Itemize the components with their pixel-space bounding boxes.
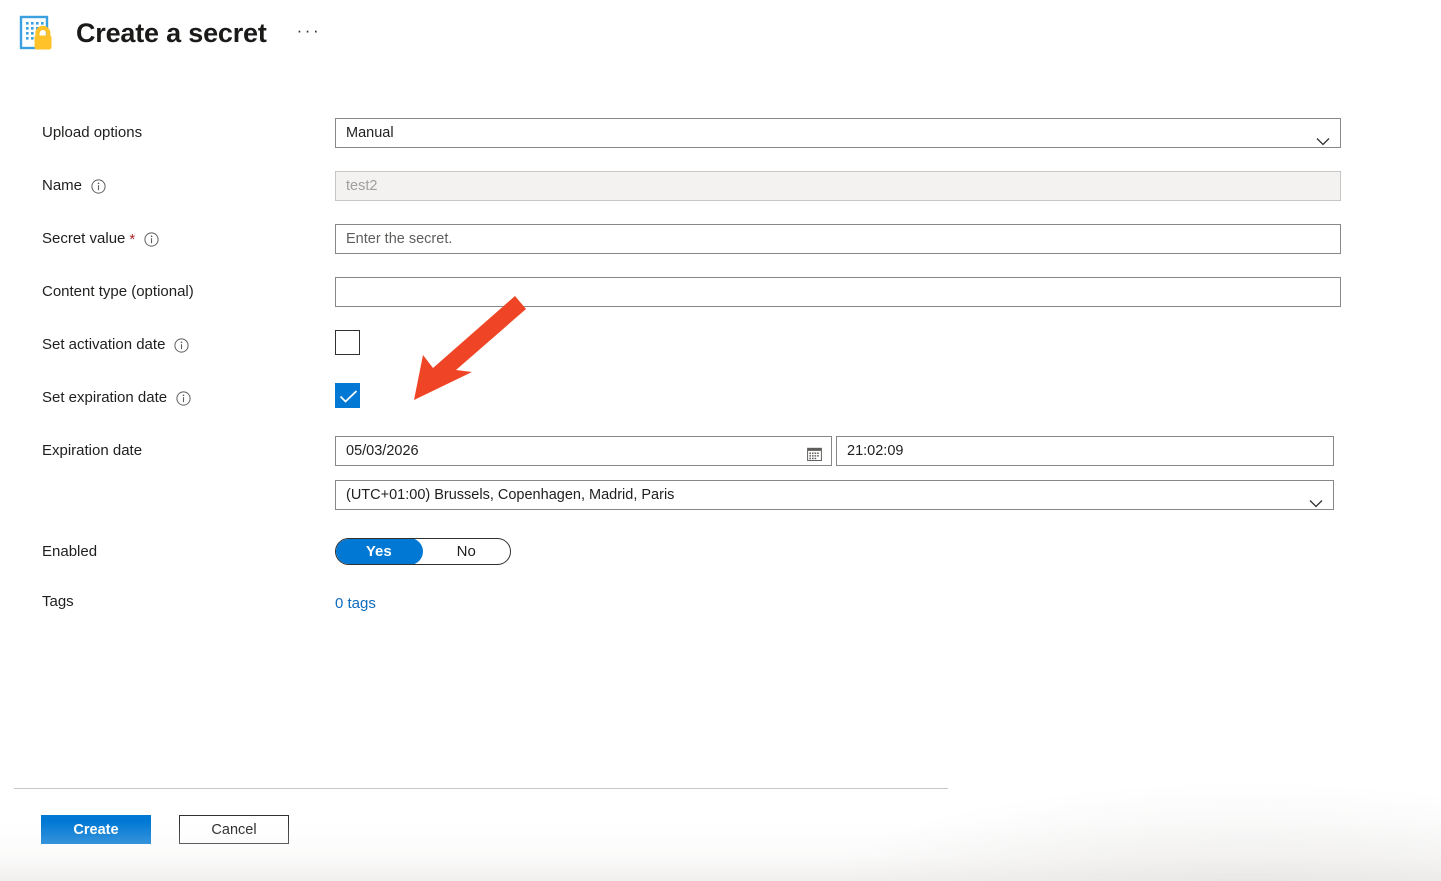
chevron-down-icon	[1309, 491, 1323, 508]
create-button[interactable]: Create	[41, 815, 151, 844]
label-text: Content type (optional)	[42, 283, 194, 300]
upload-options-value: Manual	[346, 125, 394, 141]
label-text: Upload options	[42, 124, 143, 141]
timezone-label-spacer	[0, 480, 335, 510]
form-row-tags: Tags 0 tags	[0, 591, 1441, 635]
form-row-set-expiration-date: Set expiration date	[0, 383, 1441, 436]
form-row-secret-value: Secret value * Enter the secret.	[0, 224, 1441, 277]
enabled-label: Enabled	[0, 538, 335, 565]
secret-value-placeholder: Enter the secret.	[346, 231, 453, 247]
name-label: Name	[0, 171, 335, 201]
label-text: Set expiration date	[42, 389, 168, 406]
secret-value-input[interactable]: Enter the secret.	[335, 224, 1341, 254]
timezone-select[interactable]: (UTC+01:00) Brussels, Copenhagen, Madrid…	[335, 480, 1334, 510]
set-expiration-date-checkbox[interactable]	[335, 383, 360, 408]
expiration-date-input[interactable]: 05/03/2026	[335, 436, 832, 466]
tags-label: Tags	[0, 591, 335, 613]
set-activation-date-label: Set activation date	[0, 330, 335, 360]
upload-options-label: Upload options	[0, 118, 335, 148]
info-icon[interactable]	[176, 390, 191, 406]
label-text: Set activation date	[42, 336, 166, 353]
info-icon[interactable]	[91, 178, 106, 194]
set-expiration-date-label: Set expiration date	[0, 383, 335, 413]
form-row-set-activation-date: Set activation date	[0, 330, 1441, 383]
footer-divider	[14, 788, 948, 789]
expiration-date-label: Expiration date	[0, 436, 335, 466]
cancel-button[interactable]: Cancel	[179, 815, 289, 844]
secret-key-vault-icon	[14, 11, 58, 55]
info-icon[interactable]	[144, 231, 159, 247]
form-row-name: Name test2	[0, 171, 1441, 224]
page-title: Create a secret	[76, 17, 267, 48]
calendar-icon[interactable]	[807, 444, 822, 461]
more-menu-button[interactable]: ···	[293, 20, 325, 46]
content-type-label: Content type (optional)	[0, 277, 335, 307]
enabled-toggle-no[interactable]: No	[423, 539, 511, 564]
form-row-upload-options: Upload options Manual	[0, 118, 1441, 171]
tags-link[interactable]: 0 tags	[335, 595, 376, 612]
name-input[interactable]: test2	[335, 171, 1341, 201]
content-type-input[interactable]	[335, 277, 1341, 307]
form-row-expiration-date: Expiration date 05/03/2026 21:02:09	[0, 436, 1441, 480]
required-marker: *	[129, 230, 136, 248]
label-text: Enabled	[42, 542, 98, 560]
upload-options-select[interactable]: Manual	[335, 118, 1341, 148]
page-header: Create a secret ···	[14, 10, 325, 56]
form-row-content-type: Content type (optional)	[0, 277, 1441, 330]
checkmark-icon	[339, 390, 358, 403]
form-row-enabled: Enabled Yes No	[0, 538, 1441, 591]
timezone-value: (UTC+01:00) Brussels, Copenhagen, Madrid…	[346, 487, 675, 503]
chevron-down-icon	[1316, 129, 1330, 146]
set-activation-date-checkbox[interactable]	[335, 330, 360, 355]
enabled-toggle[interactable]: Yes No	[335, 538, 511, 565]
footer-actions: Create Cancel	[41, 815, 289, 844]
label-text: Secret value	[42, 230, 126, 247]
form-row-timezone: (UTC+01:00) Brussels, Copenhagen, Madrid…	[0, 480, 1441, 538]
enabled-toggle-yes[interactable]: Yes	[336, 539, 423, 564]
info-icon[interactable]	[174, 337, 190, 353]
expiration-time-value: 21:02:09	[847, 443, 904, 459]
label-text: Name	[42, 177, 83, 194]
name-placeholder: test2	[346, 178, 378, 194]
expiration-time-input[interactable]: 21:02:09	[836, 436, 1334, 466]
label-text: Expiration date	[42, 442, 143, 459]
secret-value-label: Secret value *	[0, 224, 335, 254]
label-text: Tags	[42, 593, 74, 610]
create-secret-form: Upload options Manual Name test2 Secret …	[0, 118, 1441, 635]
bottom-right-sheen	[801, 781, 1441, 881]
expiration-date-value: 05/03/2026	[346, 443, 419, 459]
